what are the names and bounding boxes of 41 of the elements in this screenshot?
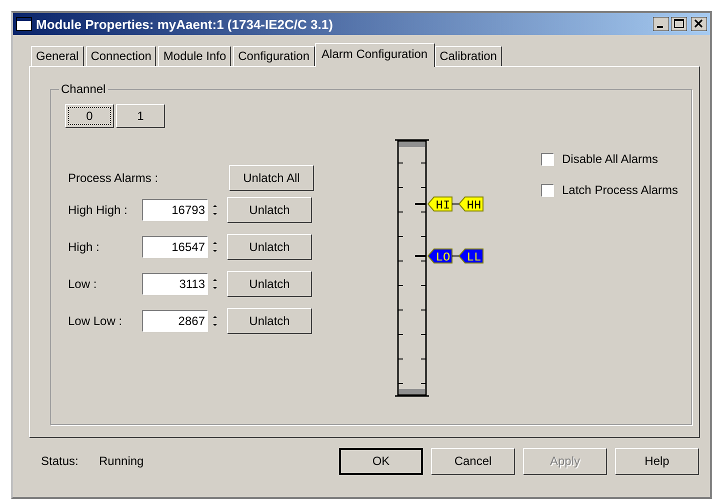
dialog-button[interactable]: OK bbox=[339, 448, 423, 474]
window-icon bbox=[16, 17, 32, 31]
alarm-marker: LO bbox=[427, 248, 452, 264]
checkbox[interactable] bbox=[541, 184, 554, 196]
number-field[interactable]: 2867 bbox=[142, 310, 208, 332]
minimize-icon[interactable] bbox=[653, 17, 669, 31]
alarm-label: High High : bbox=[68, 202, 128, 216]
status-value: Running bbox=[99, 454, 145, 468]
alarm-marker: LL bbox=[458, 248, 484, 264]
alarm-label: Low : bbox=[68, 276, 98, 290]
number-field[interactable]: 16547 bbox=[142, 236, 208, 258]
unlatch-button[interactable]: Unlatch bbox=[227, 270, 312, 296]
number-field[interactable]: 3113 bbox=[142, 272, 208, 294]
tab[interactable]: Connection bbox=[86, 46, 156, 66]
unlatch-all-button[interactable]: Unlatch All bbox=[229, 164, 314, 190]
status-label: Status: bbox=[41, 454, 80, 468]
channel-button[interactable]: 1 bbox=[116, 104, 165, 128]
channel-button[interactable]: 0 bbox=[65, 104, 114, 128]
window-title: Module Properties: myAaent:1 (1734-IE2C/C 3.1) bbox=[36, 16, 334, 32]
alarm-label: High : bbox=[68, 240, 100, 254]
tab[interactable]: Calibration bbox=[434, 46, 502, 66]
close-icon[interactable] bbox=[691, 17, 707, 31]
tab[interactable]: General bbox=[31, 46, 84, 66]
alarm-marker: HI bbox=[427, 196, 452, 212]
unlatch-button[interactable]: Unlatch bbox=[227, 234, 312, 260]
checkbox-label: Disable All Alarms bbox=[562, 152, 658, 166]
dialog-button[interactable]: Help bbox=[615, 448, 699, 474]
tab[interactable]: Alarm Configuration bbox=[314, 43, 435, 67]
maximize-icon[interactable] bbox=[671, 17, 687, 31]
process-alarms-label: Process Alarms : bbox=[68, 170, 160, 184]
unlatch-button[interactable]: Unlatch bbox=[227, 196, 312, 222]
checkbox[interactable] bbox=[541, 152, 554, 166]
unlatch-button[interactable]: Unlatch bbox=[227, 308, 312, 334]
tab[interactable]: Module Info bbox=[158, 46, 232, 66]
group-title: Channel bbox=[59, 82, 108, 96]
dialog-button[interactable]: Cancel bbox=[431, 448, 515, 474]
alarm-label: Low Low : bbox=[68, 314, 124, 328]
checkbox-label: Latch Process Alarms bbox=[562, 183, 678, 197]
alarm-marker: HH bbox=[458, 196, 484, 212]
number-field[interactable]: 16793 bbox=[142, 198, 208, 220]
tab[interactable]: Configuration bbox=[233, 46, 315, 66]
